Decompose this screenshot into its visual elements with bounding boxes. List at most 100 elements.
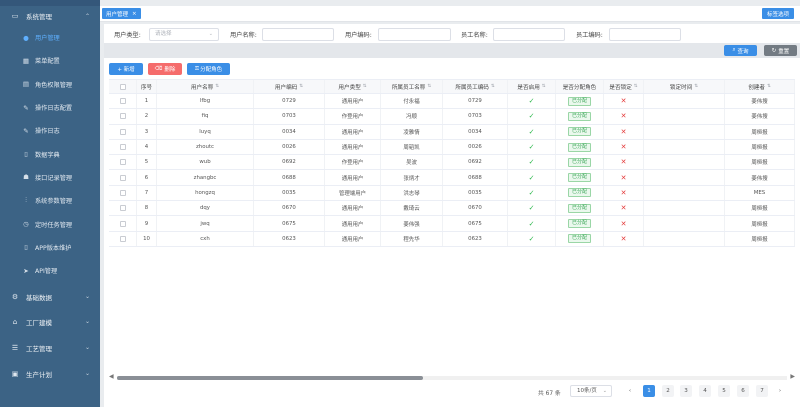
page-button-3[interactable]: 3	[680, 385, 692, 397]
user-code-input[interactable]	[378, 28, 451, 41]
close-icon[interactable]: ×	[132, 11, 137, 17]
header-user-name[interactable]: 用户名称 ⇅	[157, 80, 254, 93]
table-row[interactable]: 8 dqy 0670 通用用户 戴琦云 0670 ✓ 已分配 ✕ 周桓报	[109, 201, 795, 217]
next-page-button[interactable]: ›	[774, 385, 786, 397]
delete-button[interactable]: ⌫ 删除	[148, 63, 182, 75]
sidebar-item-app-version[interactable]: ▯ APP版本维护	[0, 236, 100, 259]
tab-user-management[interactable]: 用户管理 ×	[102, 8, 141, 19]
sidebar-item-menu-config[interactable]: ▦ 菜单配置	[0, 49, 100, 72]
sidebar-item-oplog[interactable]: ✎ 操作日志	[0, 119, 100, 142]
sort-icon[interactable]: ⇅	[299, 84, 303, 89]
header-locked[interactable]: 是否锁定 ⇅	[604, 80, 644, 93]
table-row[interactable]: 6 zhangbc 0688 通用用户 张炳才 0688 ✓ 已分配 ✕ 姜伟搜	[109, 170, 795, 186]
header-lock-time[interactable]: 锁定时间 ⇅	[644, 80, 725, 93]
sort-icon[interactable]: ⇅	[542, 84, 546, 89]
sidebar-item-oplog-config[interactable]: ✎ 操作日志配置	[0, 96, 100, 119]
cell-user-name: fiq	[157, 109, 254, 124]
table-row[interactable]: 7 hongzq 0035 管理端用户 洪志琴 0035 ✓ 已分配 ✕ MES	[109, 185, 795, 202]
sort-icon[interactable]: ⇅	[767, 84, 771, 89]
cell-user-type: 作登用户	[325, 109, 381, 124]
row-checkbox[interactable]	[119, 113, 126, 120]
filter-bar: 用户类型: 请选择 ⌄ 用户名称: 用户编码: 员工名称: 员工编码:	[104, 27, 800, 41]
sidebar-group-process[interactable]: ☰ 工艺管理 ⌄	[0, 335, 100, 361]
monitor-icon: ▭	[11, 12, 19, 20]
row-checkbox[interactable]	[119, 235, 126, 242]
user-type-select[interactable]: 请选择 ⌄	[149, 28, 219, 41]
row-checkbox[interactable]	[119, 189, 126, 196]
cell-user-code: 0688	[254, 170, 325, 185]
add-button[interactable]: + 新增	[109, 63, 143, 75]
page-button-7[interactable]: 7	[756, 385, 768, 397]
reset-label: 重置	[778, 48, 790, 55]
sidebar-item-scheduled-tasks[interactable]: ◷ 定时任务管理	[0, 212, 100, 235]
row-checkbox[interactable]	[119, 205, 126, 212]
row-checkbox[interactable]	[119, 159, 126, 166]
sort-icon[interactable]: ⇅	[491, 84, 495, 89]
tab-options-button[interactable]: 标签选项	[761, 8, 794, 19]
assign-role-button[interactable]: ⚿ 分配角色	[187, 63, 230, 75]
page-button-1[interactable]: 1	[643, 385, 655, 397]
user-name-input[interactable]	[262, 28, 334, 41]
query-button[interactable]: ⌕ 查询	[724, 45, 757, 56]
table-row[interactable]: 4 zhoutc 0026 通用用户 周韬凯 0026 ✓ 已分配 ✕ 周桓报	[109, 139, 795, 156]
sidebar-item-label: 操作日志配置	[35, 105, 73, 113]
table-row[interactable]: 10 cxh 0623 通用用户 程先华 0623 ✓ 已分配 ✕ 周桓报	[109, 231, 795, 247]
page-button-6[interactable]: 6	[737, 385, 749, 397]
page-button-4[interactable]: 4	[699, 385, 711, 397]
scroll-right-icon[interactable]: ▶	[790, 373, 795, 380]
page-button-2[interactable]: 2	[662, 385, 674, 397]
sort-icon[interactable]: ⇅	[215, 84, 219, 89]
cross-icon: ✕	[620, 112, 627, 121]
sidebar-item-dictionary[interactable]: ▯ 数据字典	[0, 142, 100, 165]
sidebar-item-interface-log[interactable]: ☗ 接口记录管理	[0, 166, 100, 189]
sidebar-item-user-management[interactable]: ● 用户管理	[0, 26, 100, 49]
prev-page-button[interactable]: ‹	[624, 385, 636, 397]
header-user-code[interactable]: 用户编码 ⇅	[254, 80, 325, 93]
reset-button[interactable]: ↻ 重置	[764, 45, 797, 56]
cell-enabled: ✓	[508, 94, 556, 109]
sidebar-group-basic-data[interactable]: ⚙ 基础数据 ⌄	[0, 284, 100, 309]
role-assigned-badge: 已分配	[567, 111, 591, 121]
user-name-label: 用户名称:	[230, 32, 257, 39]
row-checkbox[interactable]	[119, 220, 126, 227]
table-row[interactable]: 9 jwq 0675 通用用户 姜伟强 0675 ✓ 已分配 ✕ 周桓报	[109, 216, 795, 232]
table-row[interactable]: 5 wub 0692 作登用户 吴波 0692 ✓ 已分配 ✕ 周桓报	[109, 155, 795, 171]
employee-name-input[interactable]	[493, 28, 565, 41]
sidebar-item-role-permissions[interactable]: ▤ 角色权限管理	[0, 73, 100, 96]
cell-no: 9	[137, 216, 157, 231]
sidebar-group-production-plan[interactable]: ▣ 生产计划 ⌄	[0, 361, 100, 387]
table-row[interactable]: 3 luyq 0034 通用用户 凌雅情 0034 ✓ 已分配 ✕ 周桓报	[109, 124, 795, 140]
cell-no: 6	[137, 170, 157, 185]
header-role-assigned: 是否分配角色	[556, 80, 604, 93]
row-checkbox[interactable]	[119, 128, 126, 135]
sidebar-group-factory-modeling[interactable]: ⌂ 工厂建模 ⌄	[0, 309, 100, 335]
sidebar-item-system-params[interactable]: ⫶ 系统参数管理	[0, 189, 100, 212]
sidebar-group-system[interactable]: ▭ 系统管理 ⌃	[0, 6, 100, 26]
header-employee-name[interactable]: 所属员工名称 ⇅	[381, 80, 443, 93]
header-enabled[interactable]: 是否启用 ⇅	[508, 80, 556, 93]
cell-employee-code: 0623	[443, 231, 508, 246]
sort-icon[interactable]: ⇅	[634, 84, 638, 89]
cell-user-code: 0623	[254, 231, 325, 246]
sidebar-item-api[interactable]: ➤ API管理	[0, 259, 100, 282]
row-checkbox[interactable]	[119, 174, 126, 181]
sort-icon[interactable]: ⇅	[427, 84, 431, 89]
scroll-left-icon[interactable]: ◀	[109, 373, 114, 380]
header-user-type[interactable]: 用户类型 ⇅	[325, 80, 381, 93]
sort-icon[interactable]: ⇅	[694, 84, 698, 89]
row-checkbox[interactable]	[119, 144, 126, 151]
page-size-select[interactable]: 10条/页 ⌄	[570, 385, 612, 397]
cell-user-name: hongzq	[157, 185, 254, 201]
sort-icon[interactable]: ⇅	[363, 84, 367, 89]
table-row[interactable]: 1 lfbg 0729 通用用户 付永福 0729 ✓ 已分配 ✕ 姜伟搜	[109, 94, 795, 110]
page-button-5[interactable]: 5	[718, 385, 730, 397]
employee-code-input[interactable]	[609, 28, 681, 41]
header-employee-code[interactable]: 所属员工编码 ⇅	[443, 80, 508, 93]
cell-creator: MES	[725, 185, 795, 201]
horizontal-scrollbar[interactable]: ◀ ▶	[109, 373, 795, 381]
table-row[interactable]: 2 fiq 0703 作登用户 冯顺 0703 ✓ 已分配 ✕ 姜伟搜	[109, 109, 795, 125]
row-checkbox[interactable]	[119, 98, 126, 105]
header-creator[interactable]: 创建者 ⇅	[725, 80, 795, 93]
select-all-checkbox[interactable]	[119, 83, 126, 90]
scrollbar-thumb[interactable]	[117, 376, 423, 380]
